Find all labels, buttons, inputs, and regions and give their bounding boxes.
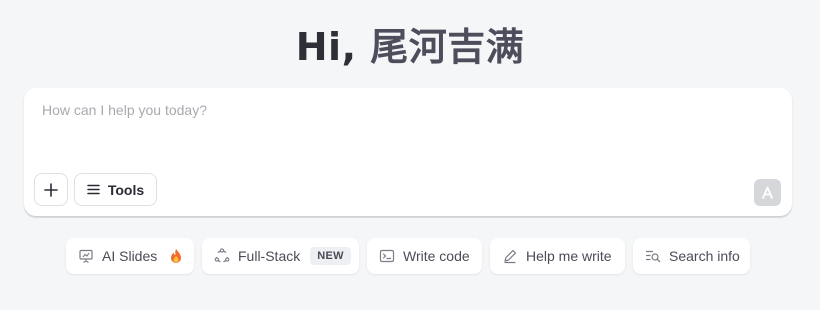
full-stack-label: Full-Stack <box>238 248 301 264</box>
greeting-hi: Hi, <box>295 25 371 69</box>
fire-icon <box>171 249 182 263</box>
tools-button[interactable]: Tools <box>74 173 157 206</box>
help-me-write-chip[interactable]: Help me write <box>490 238 625 274</box>
prompt-input[interactable] <box>42 102 742 162</box>
send-arrow-icon <box>762 186 773 199</box>
greeting-username: 尾河吉满 <box>370 25 525 69</box>
prompt-composer: Tools <box>24 88 792 216</box>
presentation-icon <box>79 249 93 263</box>
new-badge: NEW <box>310 247 351 265</box>
plus-icon <box>44 182 58 197</box>
suggestion-chips: AI Slides Full-Stack NEW Write code Help… <box>0 238 820 274</box>
terminal-icon <box>379 249 395 263</box>
cycle-nodes-icon <box>214 248 230 263</box>
menu-icon <box>87 184 100 195</box>
ai-slides-chip[interactable]: AI Slides <box>66 238 194 274</box>
send-button[interactable] <box>754 179 781 206</box>
write-code-label: Write code <box>403 248 470 264</box>
write-code-chip[interactable]: Write code <box>367 238 482 274</box>
search-list-icon <box>645 250 661 263</box>
add-attachment-button[interactable] <box>34 173 68 206</box>
ai-slides-label: AI Slides <box>102 248 158 264</box>
tools-label: Tools <box>107 181 145 198</box>
help-me-write-label: Help me write <box>526 248 612 264</box>
full-stack-chip[interactable]: Full-Stack NEW <box>202 238 359 274</box>
search-info-label: Search info <box>669 248 740 264</box>
greeting-title: Hi, 尾河吉满 <box>0 16 820 71</box>
pen-icon <box>504 249 517 264</box>
search-info-chip[interactable]: Search info <box>633 238 750 274</box>
